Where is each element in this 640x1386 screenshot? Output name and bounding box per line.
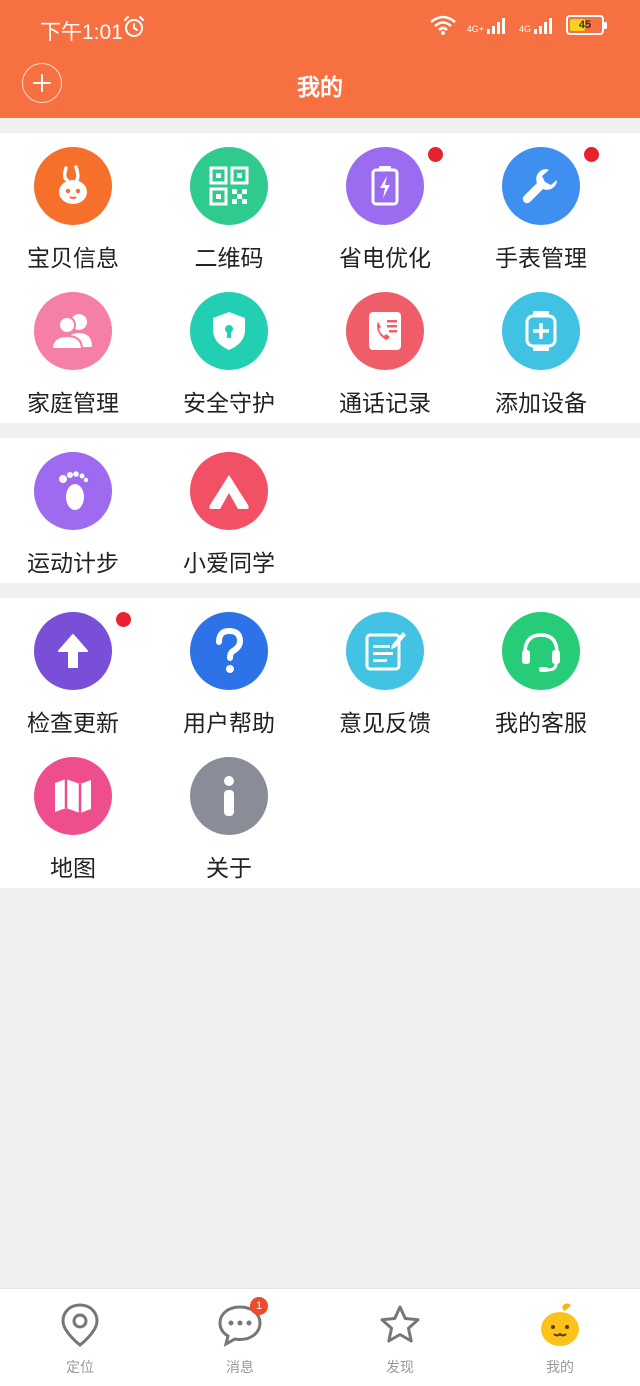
menu-item-wrench[interactable]: 手表管理 [468, 133, 624, 273]
nav-label: 定位 [66, 1360, 94, 1376]
star-icon [376, 1301, 424, 1349]
menu-item-label: 地图 [50, 856, 96, 882]
menu-item-rabbit[interactable]: 宝贝信息 [0, 133, 156, 273]
signal-bars-icon [486, 18, 505, 34]
menu-item-label: 运动计步 [27, 551, 119, 577]
menu-item-label: 省电优化 [339, 246, 431, 272]
menu-item-family[interactable]: 家庭管理 [0, 278, 156, 418]
qr-code-icon [190, 147, 268, 225]
arrow-up-icon [34, 612, 112, 690]
add-device-icon [502, 292, 580, 370]
nav-item-mine[interactable]: 我的 [480, 1289, 640, 1386]
status-bar: 下午1:01 4G+ 4G 45 [0, 0, 640, 56]
notification-dot [584, 147, 599, 162]
family-icon [34, 292, 112, 370]
call-log-icon [346, 292, 424, 370]
menu-item-headset[interactable]: 我的客服 [468, 598, 624, 738]
menu-item-feedback[interactable]: 意见反馈 [312, 598, 468, 738]
battery-level: 45 [578, 19, 592, 31]
menu-item-arrow-up[interactable]: 检查更新 [0, 598, 156, 738]
nav-item-discover[interactable]: 发现 [320, 1289, 480, 1386]
feature-section-extras: 运动计步 小爱同学 [0, 438, 640, 583]
wrench-icon [502, 147, 580, 225]
notification-dot [428, 147, 443, 162]
battery-saver-icon [346, 147, 424, 225]
nav-label: 消息 [226, 1360, 254, 1376]
feature-section-main: 宝贝信息 二维码 省电优化 手表管理家庭管理 安全守护 通话记录 添加设备 [0, 133, 640, 423]
menu-item-label: 宝贝信息 [27, 246, 119, 272]
menu-item-label: 家庭管理 [27, 391, 119, 417]
menu-item-qr-code[interactable]: 二维码 [156, 133, 312, 273]
menu-item-label: 意见反馈 [339, 711, 431, 737]
menu-item-info[interactable]: 关于 [156, 743, 312, 883]
menu-item-map[interactable]: 地图 [0, 743, 156, 883]
menu-item-label: 检查更新 [27, 711, 119, 737]
menu-item-question[interactable]: 用户帮助 [156, 598, 312, 738]
bottom-nav: 定位 1 消息 发现 我的 [0, 1288, 640, 1386]
menu-item-call-log[interactable]: 通话记录 [312, 278, 468, 418]
rabbit-icon [34, 147, 112, 225]
shield-icon [190, 292, 268, 370]
menu-item-label: 用户帮助 [183, 711, 275, 737]
location-pin-icon [56, 1301, 104, 1349]
nav-label: 发现 [386, 1360, 414, 1376]
status-time: 下午1:01 [40, 21, 123, 44]
info-icon [190, 757, 268, 835]
menu-item-shield[interactable]: 安全守护 [156, 278, 312, 418]
battery-icon: 45 [566, 15, 607, 35]
alarm-icon [124, 16, 144, 37]
signal-1: 4G+ [467, 16, 509, 34]
wifi-icon [429, 15, 456, 35]
nav-item-location[interactable]: 定位 [0, 1289, 160, 1386]
network-label-2: 4G [518, 24, 531, 34]
menu-item-label: 二维码 [194, 246, 264, 272]
status-indicators: 4G+ 4G 45 [429, 14, 607, 36]
menu-item-footprint[interactable]: 运动计步 [0, 438, 156, 578]
message-count-badge: 1 [250, 1297, 268, 1315]
menu-item-label: 关于 [206, 856, 252, 882]
xiaoai-icon [190, 452, 268, 530]
menu-item-add-device[interactable]: 添加设备 [468, 278, 624, 418]
feature-section-support: 检查更新 用户帮助 意见反馈 我的客服地图 关于 [0, 598, 640, 888]
menu-item-label: 添加设备 [495, 391, 587, 417]
menu-item-label: 我的客服 [495, 711, 587, 737]
question-icon [190, 612, 268, 690]
header: 我的 [0, 56, 640, 118]
headset-icon [502, 612, 580, 690]
footprint-icon [34, 452, 112, 530]
feedback-icon [346, 612, 424, 690]
nav-label: 我的 [546, 1360, 574, 1376]
menu-item-label: 通话记录 [339, 391, 431, 417]
menu-item-xiaoai[interactable]: 小爱同学 [156, 438, 312, 578]
mascot-icon [536, 1301, 584, 1349]
signal-bars-icon [534, 18, 552, 34]
menu-item-label: 手表管理 [495, 246, 587, 272]
menu-item-label: 小爱同学 [183, 551, 275, 577]
menu-item-label: 安全守护 [183, 391, 275, 417]
map-icon [34, 757, 112, 835]
page-title: 我的 [297, 75, 343, 101]
nav-item-messages[interactable]: 1 消息 [160, 1289, 320, 1386]
signal-2: 4G [519, 16, 556, 34]
network-label-1: 4G+ [466, 24, 484, 34]
menu-item-battery-saver[interactable]: 省电优化 [312, 133, 468, 273]
notification-dot [116, 612, 131, 627]
